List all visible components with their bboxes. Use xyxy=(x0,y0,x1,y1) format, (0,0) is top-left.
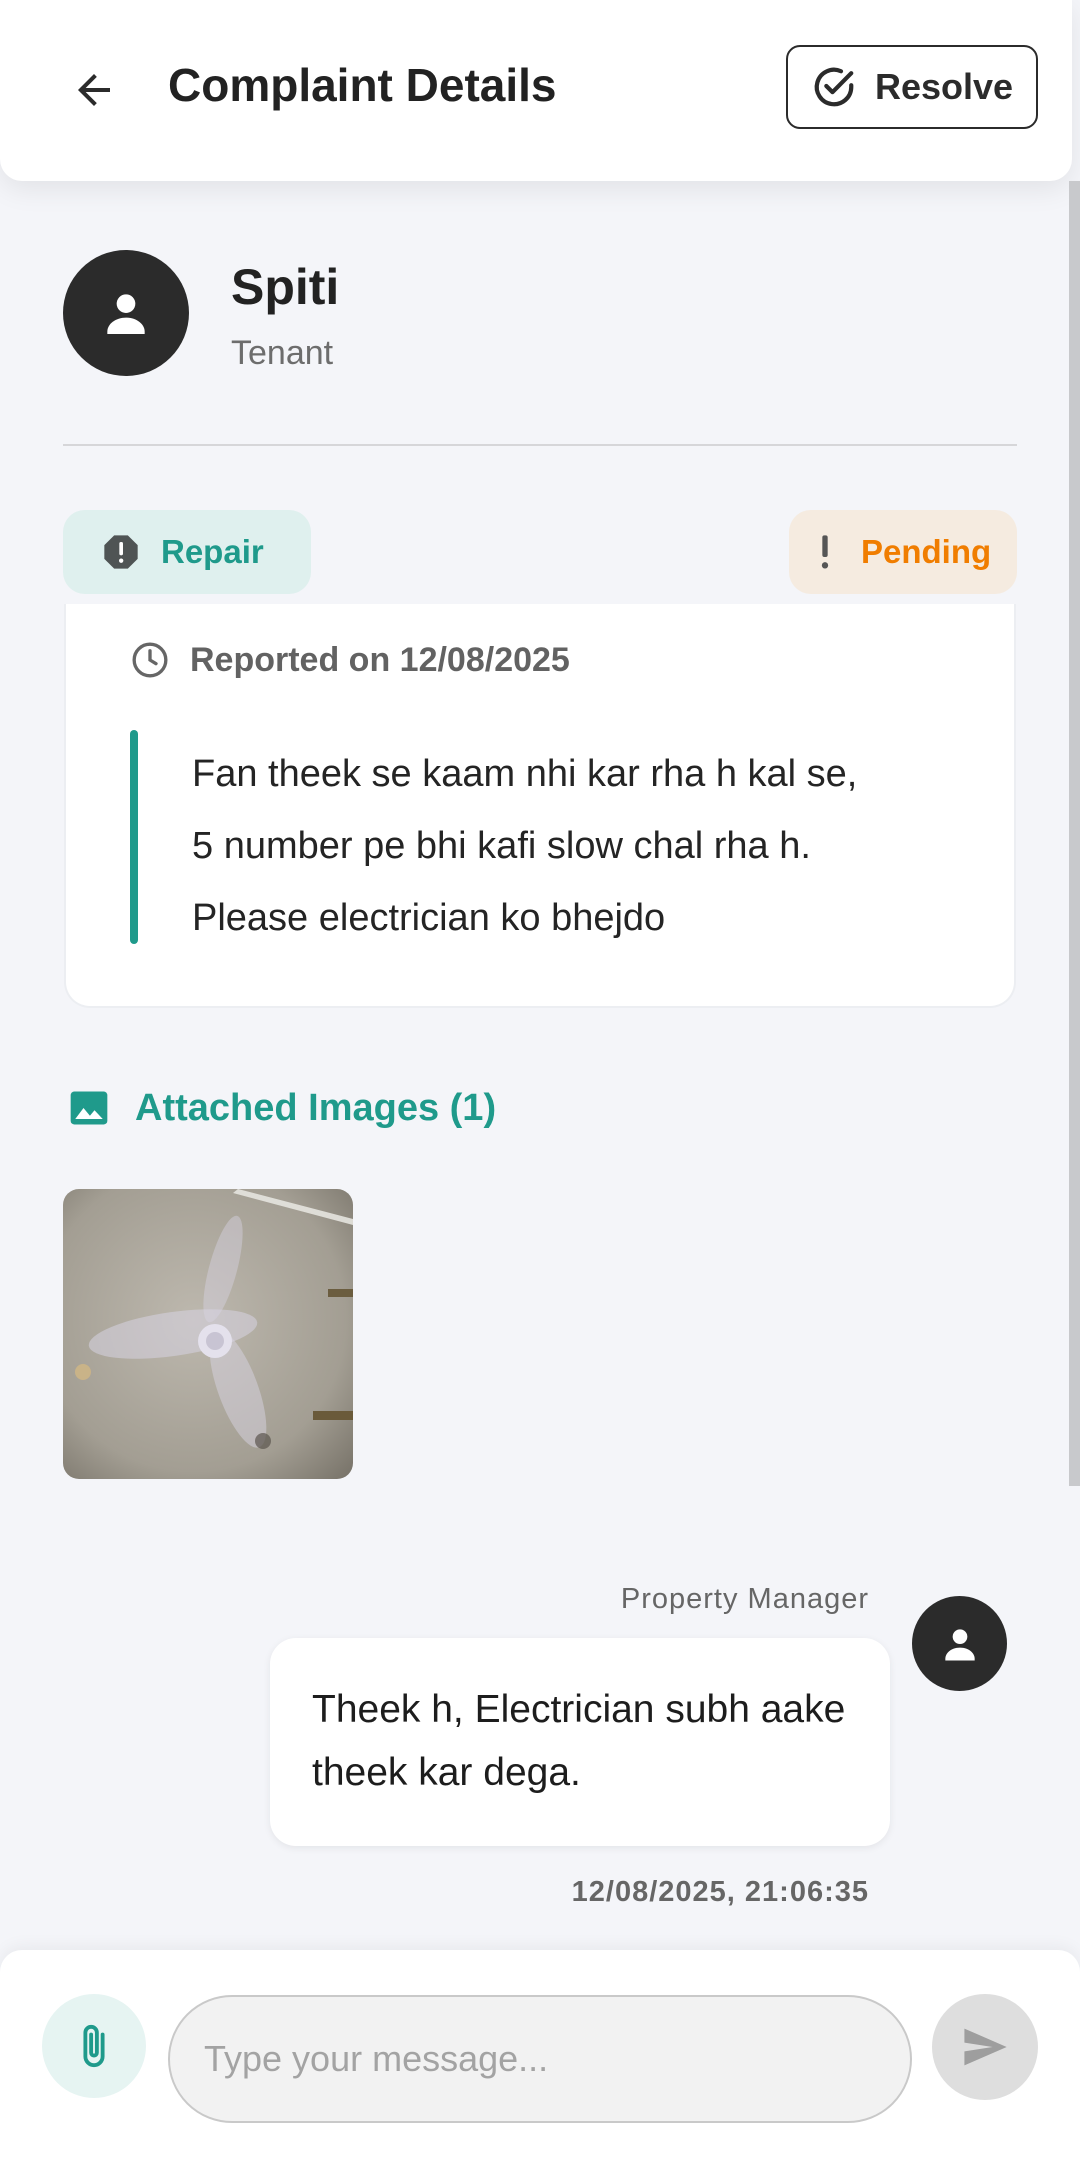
message-sender: Property Manager xyxy=(620,1583,869,1615)
message-timestamp: 12/08/2025, 21:06:35 xyxy=(571,1876,869,1908)
check-circle-icon xyxy=(814,67,854,107)
send-button[interactable] xyxy=(932,1994,1038,2100)
tenant-role: Tenant xyxy=(231,334,334,372)
quote-bar xyxy=(130,730,138,944)
description-line: 5 number pe bhi kafi slow chal rha h. xyxy=(192,825,811,867)
tenant-name: Spiti xyxy=(231,259,340,315)
app-header: Complaint Details Resolve xyxy=(0,0,1072,181)
tenant-avatar xyxy=(63,250,189,376)
message-input[interactable] xyxy=(168,1995,912,2123)
reported-text: Reported on 12/08/2025 xyxy=(190,640,570,679)
resolve-button[interactable]: Resolve xyxy=(786,45,1038,129)
status-badge: Pending xyxy=(789,510,1017,594)
description-line: Please electrician ko bhejdo xyxy=(192,897,666,939)
complaint-card: Reported on 12/08/2025 Fan theek se kaam… xyxy=(64,604,1016,1008)
status-label: Pending xyxy=(861,533,992,570)
resolve-label: Resolve xyxy=(874,66,1014,107)
paperclip-icon xyxy=(83,2024,105,2068)
reported-date: Reported on 12/08/2025 xyxy=(130,640,570,680)
back-button[interactable] xyxy=(64,60,124,120)
complaint-details-screen: Complaint Details Resolve Spiti Tenant R… xyxy=(0,0,1080,2160)
ceiling-fan-photo xyxy=(63,1189,353,1479)
image-icon xyxy=(70,1091,108,1125)
clock-icon xyxy=(132,642,168,678)
person-icon xyxy=(944,1628,975,1660)
alert-octagon-icon xyxy=(104,535,138,569)
arrow-left-icon xyxy=(78,74,110,106)
attach-button[interactable] xyxy=(42,1994,146,2098)
category-chip: Repair xyxy=(63,510,311,594)
complaint-description: Fan theek se kaam nhi kar rha h kal se, … xyxy=(192,738,972,954)
manager-avatar xyxy=(912,1596,1007,1691)
message-bubble: Theek h, Electrician subh aake theek kar… xyxy=(270,1638,890,1846)
exclamation-icon xyxy=(821,535,829,569)
attached-image-thumbnail[interactable] xyxy=(63,1189,353,1479)
scrollbar[interactable] xyxy=(1069,181,1080,1486)
description-line: Fan theek se kaam nhi kar rha h kal se, xyxy=(192,753,858,795)
divider xyxy=(63,444,1017,446)
attachments-title: Attached Images (1) xyxy=(135,1086,497,1129)
send-icon xyxy=(964,2028,1007,2066)
person-icon xyxy=(107,294,145,334)
category-label: Repair xyxy=(161,533,264,570)
attachments-heading: Attached Images (1) xyxy=(67,1086,496,1130)
message-composer xyxy=(0,1950,1080,2160)
page-title: Complaint Details xyxy=(168,59,557,111)
